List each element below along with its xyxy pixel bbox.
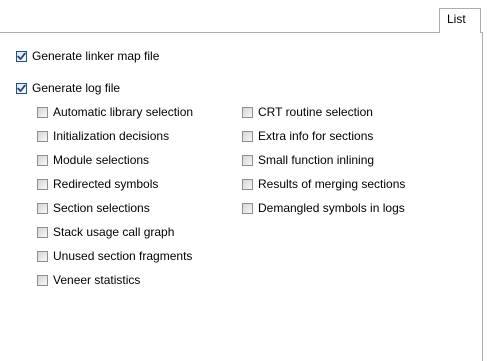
- checkbox-icon: [37, 131, 48, 142]
- log-option-label: Initialization decisions: [53, 129, 170, 143]
- generate-linker-map-label: Generate linker map file: [32, 49, 160, 63]
- log-option-automatic-library-selection[interactable]: Automatic library selection: [37, 105, 193, 120]
- log-option-label: Module selections: [53, 153, 150, 167]
- tab-list-label: List: [447, 12, 466, 26]
- log-option-extra-info-for-sections[interactable]: Extra info for sections: [242, 129, 373, 144]
- log-option-redirected-symbols[interactable]: Redirected symbols: [37, 177, 158, 192]
- checkbox-icon: [242, 155, 253, 166]
- log-option-initialization-decisions[interactable]: Initialization decisions: [37, 129, 169, 144]
- generate-log-file-checkbox[interactable]: Generate log file: [16, 81, 120, 96]
- generate-log-file-label: Generate log file: [32, 81, 121, 95]
- log-option-label: Demangled symbols in logs: [258, 201, 405, 215]
- list-options-panel: Generate linker map file Generate log fi…: [0, 32, 483, 361]
- log-option-label: CRT routine selection: [258, 105, 373, 119]
- log-option-crt-routine-selection[interactable]: CRT routine selection: [242, 105, 373, 120]
- generate-linker-map-checkbox[interactable]: Generate linker map file: [16, 49, 159, 64]
- log-option-label: Veneer statistics: [53, 273, 141, 287]
- checkbox-icon: [242, 131, 253, 142]
- checkbox-icon: [37, 155, 48, 166]
- checkbox-icon: [242, 203, 253, 214]
- checkbox-checked-icon: [16, 51, 27, 62]
- checkbox-icon: [242, 179, 253, 190]
- log-option-label: Section selections: [53, 201, 150, 215]
- log-option-label: Extra info for sections: [258, 129, 374, 143]
- log-option-label: Small function inlining: [258, 153, 375, 167]
- log-option-label: Results of merging sections: [258, 177, 406, 191]
- checkbox-icon: [37, 275, 48, 286]
- log-option-small-function-inlining[interactable]: Small function inlining: [242, 153, 374, 168]
- log-option-demangled-symbols-in-logs[interactable]: Demangled symbols in logs: [242, 201, 405, 216]
- log-option-section-selections[interactable]: Section selections: [37, 201, 150, 216]
- log-option-label: Stack usage call graph: [53, 225, 175, 239]
- log-option-veneer-statistics[interactable]: Veneer statistics: [37, 273, 140, 288]
- log-option-unused-section-fragments[interactable]: Unused section fragments: [37, 249, 192, 264]
- checkbox-icon: [37, 203, 48, 214]
- log-option-label: Redirected symbols: [53, 177, 159, 191]
- log-option-module-selections[interactable]: Module selections: [37, 153, 149, 168]
- checkbox-icon: [242, 107, 253, 118]
- check-mark-icon: [17, 52, 26, 60]
- checkbox-icon: [37, 251, 48, 262]
- log-option-label: Unused section fragments: [53, 249, 193, 263]
- log-option-stack-usage-call-graph[interactable]: Stack usage call graph: [37, 225, 174, 240]
- checkbox-icon: [37, 107, 48, 118]
- checkbox-icon: [37, 227, 48, 238]
- checkbox-checked-icon: [16, 83, 27, 94]
- log-option-results-of-merging-sections[interactable]: Results of merging sections: [242, 177, 405, 192]
- log-option-label: Automatic library selection: [53, 105, 194, 119]
- checkbox-icon: [37, 179, 48, 190]
- tab-list[interactable]: List: [439, 8, 481, 33]
- check-mark-icon: [17, 84, 26, 92]
